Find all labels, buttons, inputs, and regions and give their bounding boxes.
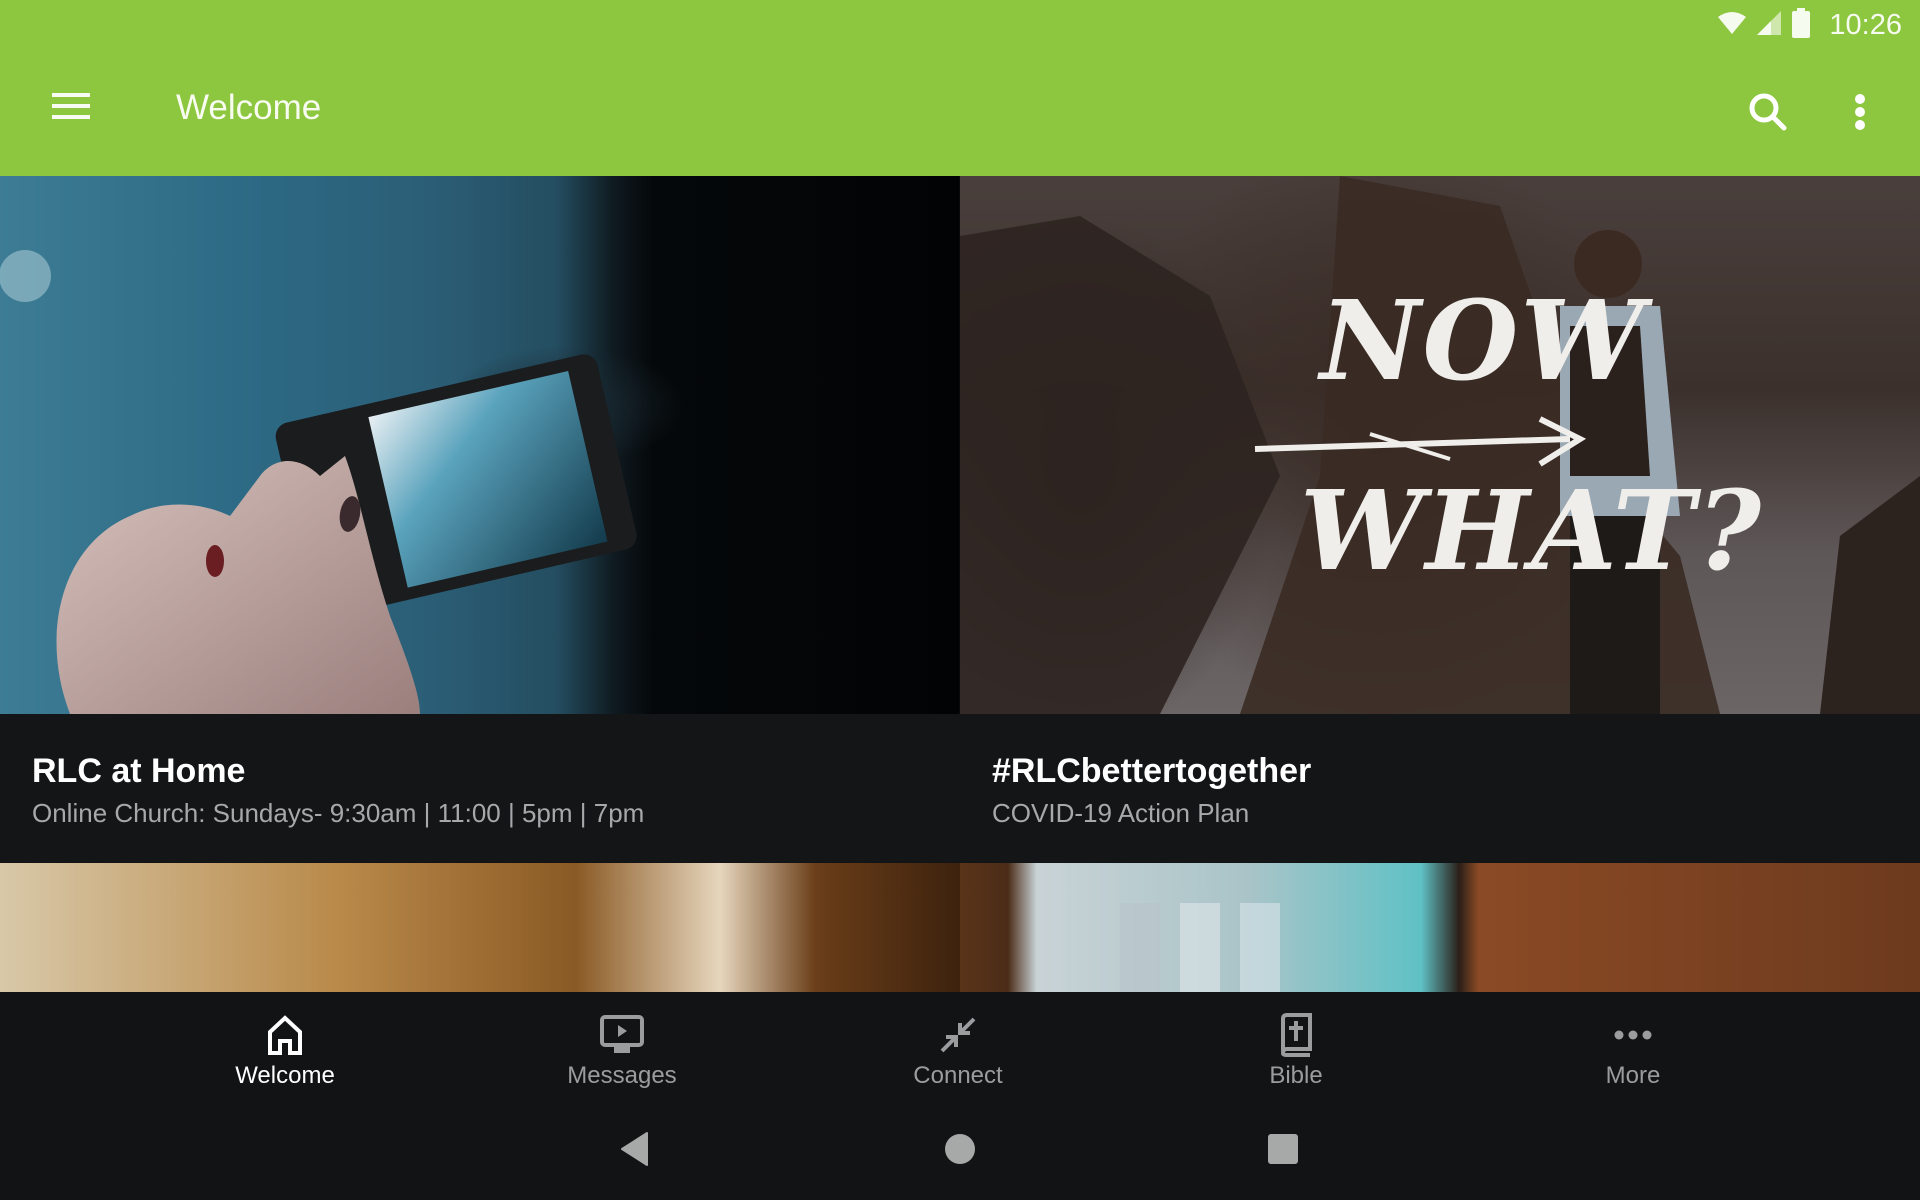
more-horiz-icon <box>1614 1030 1652 1040</box>
menu-button[interactable] <box>44 93 100 139</box>
home-circle-icon <box>945 1134 975 1164</box>
toolbar: Welcome <box>0 60 1920 166</box>
poster-arrow-icon <box>1254 416 1587 467</box>
nav-label: More <box>1605 1062 1661 1089</box>
nav-icon-wrap <box>938 1012 978 1058</box>
nav-icon-wrap <box>1613 1012 1653 1058</box>
nav-item-connect[interactable]: Connect <box>858 992 1058 1096</box>
nav-label: Messages <box>567 1062 677 1089</box>
card-subtitle: Online Church: Sundays- 9:30am | 11:00 |… <box>32 798 645 828</box>
status-time: 10:26 <box>1829 8 1902 41</box>
page-title: Welcome <box>176 88 322 127</box>
poster-text-what: WHAT? <box>1300 466 1764 595</box>
nav-icon-wrap <box>1278 1012 1314 1058</box>
card-text: RLC at Home Online Church: Sundays- 9:30… <box>0 714 960 862</box>
nav-label: Bible <box>1269 1062 1323 1089</box>
wifi-icon <box>1717 11 1747 40</box>
content-feed[interactable]: RLC at Home Online Church: Sundays- 9:30… <box>0 176 1920 992</box>
battery-icon <box>1791 7 1811 43</box>
home-icon <box>268 1015 302 1055</box>
screen-thumbnail <box>1120 903 1160 992</box>
card-image <box>0 176 960 714</box>
connect-arrows-icon <box>940 1017 976 1053</box>
bottom-navigation: Welcome Messages Connect Bible More <box>0 992 1920 1096</box>
poster-text-now: NOW <box>1320 276 1646 405</box>
status-bar: 10:26 <box>1717 0 1920 50</box>
nav-item-bible[interactable]: Bible <box>1196 992 1396 1096</box>
card-text: #RLCbettertogether COVID-19 Action Plan <box>960 714 1920 862</box>
card-image-illustration <box>0 250 637 714</box>
bible-icon <box>1280 1013 1312 1057</box>
card-image: NOW WHAT? <box>960 176 1920 714</box>
search-button[interactable] <box>1740 84 1796 140</box>
system-back-button[interactable] <box>604 1124 664 1174</box>
back-icon <box>621 1132 648 1166</box>
tv-play-icon <box>600 1015 644 1053</box>
nav-item-more[interactable]: More <box>1533 992 1733 1096</box>
system-recents-button[interactable] <box>1253 1124 1313 1174</box>
screen-thumbnail <box>1180 903 1220 992</box>
card-title: RLC at Home <box>32 752 246 790</box>
search-icon <box>1749 93 1787 131</box>
app-bar: 10:26 Welcome <box>0 0 1920 176</box>
card-image <box>0 863 960 992</box>
nav-item-messages[interactable]: Messages <box>522 992 722 1096</box>
nav-icon-wrap <box>599 1012 645 1058</box>
nav-icon-wrap <box>266 1012 304 1058</box>
card-rlc-better-together[interactable]: NOW WHAT? #RLCbettertogether COVID-19 Ac… <box>960 176 1920 862</box>
hamburger-line <box>52 104 90 108</box>
more-vert-icon <box>1855 94 1865 130</box>
card-title: #RLCbettertogether <box>992 752 1312 790</box>
cell-signal-icon <box>1755 10 1783 41</box>
card-rlc-at-home[interactable]: RLC at Home Online Church: Sundays- 9:30… <box>0 176 960 862</box>
hamburger-menu-icon <box>52 93 90 97</box>
system-home-button[interactable] <box>930 1124 990 1174</box>
nav-item-welcome[interactable]: Welcome <box>185 992 385 1096</box>
recents-square-icon <box>1268 1134 1298 1164</box>
hamburger-line <box>52 115 90 119</box>
nav-label: Connect <box>913 1062 1003 1089</box>
nav-label: Welcome <box>235 1062 335 1089</box>
card-subtitle: COVID-19 Action Plan <box>992 798 1250 828</box>
overflow-menu-button[interactable] <box>1832 84 1888 140</box>
system-navigation-bar <box>0 1096 1920 1200</box>
card-image <box>960 863 1920 992</box>
card-row2-left[interactable] <box>0 863 960 992</box>
card-row2-right[interactable] <box>960 863 1920 992</box>
screen-thumbnail <box>1240 903 1280 992</box>
